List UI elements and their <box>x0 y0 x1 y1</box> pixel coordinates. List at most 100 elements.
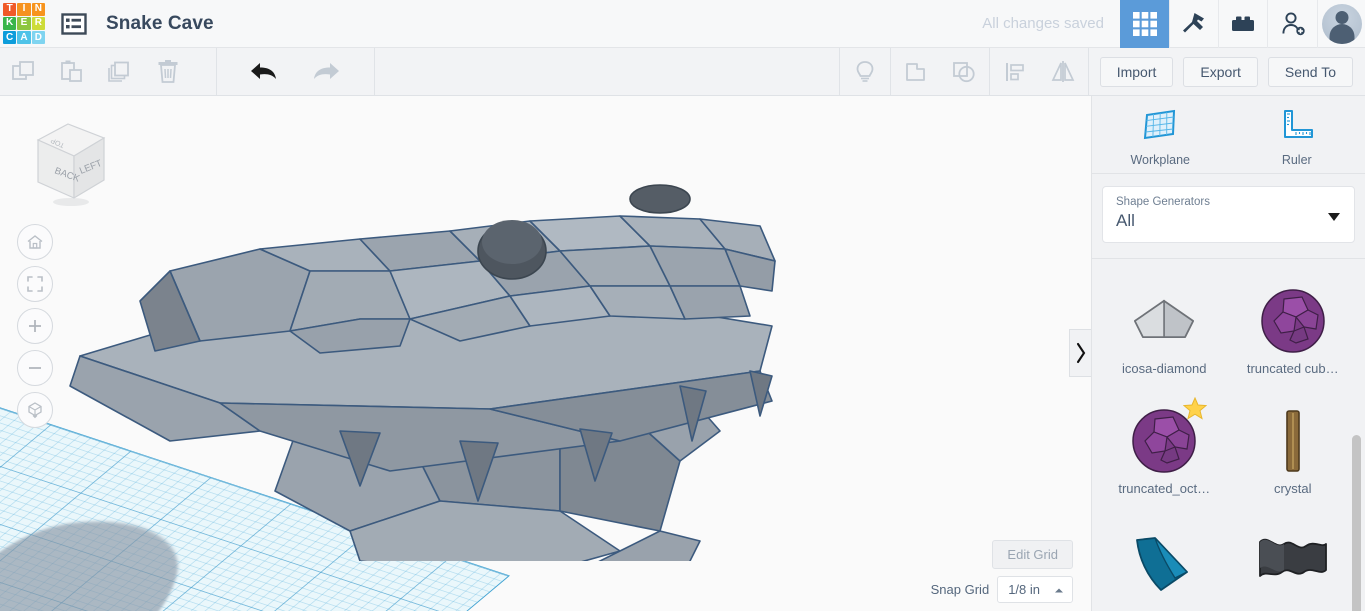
shape-icosa-diamond-thumbnail <box>1100 281 1229 361</box>
copy-button[interactable] <box>0 48 48 95</box>
blocks-codeblocks-button[interactable] <box>1169 0 1218 48</box>
shape-generators-value: All <box>1116 211 1341 231</box>
ungroup-button[interactable] <box>940 48 988 95</box>
snap-grid-value: 1/8 in <box>1008 582 1040 597</box>
logo-tile-e: E <box>17 17 30 30</box>
group-shapes-icon <box>901 57 931 87</box>
shape-blue-wedge[interactable] <box>1100 513 1229 611</box>
undo-button[interactable] <box>240 48 288 95</box>
show-hide-button[interactable] <box>841 48 889 95</box>
person-add-icon <box>1279 10 1307 38</box>
shape-dark-wave[interactable] <box>1229 513 1358 611</box>
logo-tile-a: A <box>17 31 30 44</box>
fit-view-icon <box>26 275 44 293</box>
shape-truncated-cube-thumbnail <box>1229 281 1358 361</box>
shapes-right-panel: Workplane Ruler <box>1091 96 1365 611</box>
paste-button[interactable] <box>48 48 96 95</box>
design-title[interactable]: Snake Cave <box>106 13 214 35</box>
align-button[interactable] <box>991 48 1039 95</box>
snap-grid-select[interactable]: 1/8 in <box>997 576 1073 603</box>
logo-tile-c: C <box>3 31 16 44</box>
top-header-bar: TINKERCAD Snake Cave All changes saved <box>0 0 1365 48</box>
undo-arrow-icon <box>248 58 280 86</box>
shape-generators-select[interactable]: Shape Generators All <box>1102 186 1355 243</box>
shapes-grid: icosa-diamond truncated cub… truncated_o… <box>1092 259 1365 611</box>
plus-icon <box>26 317 44 335</box>
home-view-button[interactable] <box>17 224 53 260</box>
cube-view-icon <box>26 401 44 419</box>
export-button[interactable]: Export <box>1183 57 1257 87</box>
ruler-tool[interactable]: Ruler <box>1229 96 1365 173</box>
tinkercad-app: TINKERCAD Snake Cave All changes saved <box>0 0 1365 611</box>
zoom-out-button[interactable] <box>17 350 53 386</box>
shapes-scrollbar[interactable] <box>1352 435 1361 611</box>
mirror-button[interactable] <box>1039 48 1087 95</box>
editor-toolbar: Import Export Send To <box>0 48 1365 96</box>
logo-tile-r: R <box>32 17 45 30</box>
ruler-tool-label: Ruler <box>1282 153 1312 167</box>
workplane-tool-label: Workplane <box>1130 153 1190 167</box>
duplicate-button[interactable] <box>96 48 144 95</box>
grid-view-button[interactable] <box>1120 0 1169 48</box>
toolbar-divider-2 <box>374 48 375 95</box>
panel-collapse-chevron-icon[interactable] <box>1069 329 1091 377</box>
tinkercad-logo[interactable]: TINKERCAD <box>1 1 47 47</box>
snap-grid-row: Snap Grid 1/8 in <box>931 576 1073 603</box>
logo-tile-t: T <box>3 3 16 16</box>
shape-truncated-cube-label: truncated cub… <box>1247 361 1339 376</box>
grid-controls: Edit Grid Snap Grid 1/8 in <box>931 540 1073 603</box>
lightbulb-icon <box>850 57 880 87</box>
lego-brick-icon <box>1229 10 1257 38</box>
toolbar-divider-6 <box>1088 48 1089 95</box>
delete-button[interactable] <box>144 48 192 95</box>
toolbar-action-buttons: Import Export Send To <box>1090 57 1365 87</box>
edit-grid-button[interactable]: Edit Grid <box>992 540 1073 569</box>
workplane-tool[interactable]: Workplane <box>1092 96 1229 173</box>
workplane-grid-icon <box>1141 108 1179 147</box>
bricks-button[interactable] <box>1218 0 1267 48</box>
copy-icon <box>9 57 39 87</box>
star-icon[interactable] <box>1183 397 1207 425</box>
shape-crystal-label: crystal <box>1274 481 1312 496</box>
shape-blue-wedge-thumbnail <box>1100 521 1229 601</box>
home-icon <box>26 233 44 251</box>
toolbar-divider-5 <box>989 48 990 95</box>
ruler-icon <box>1278 108 1316 147</box>
align-icon <box>1000 57 1030 87</box>
toolbar-divider <box>216 48 217 95</box>
invite-person-button[interactable] <box>1267 0 1317 48</box>
shape-truncated-cube[interactable]: truncated cub… <box>1229 273 1358 393</box>
logo-tile-n: N <box>32 3 45 16</box>
logo-tile-d: D <box>32 31 45 44</box>
list-menu-icon[interactable] <box>60 10 88 38</box>
duplicate-icon <box>105 57 135 87</box>
shape-generators-label: Shape Generators <box>1116 196 1341 208</box>
shape-crystal-thumbnail <box>1229 401 1358 481</box>
shape-crystal[interactable]: crystal <box>1229 393 1358 513</box>
minus-icon <box>26 359 44 377</box>
viewport-nav-buttons <box>17 224 53 434</box>
view-orientation-cube[interactable]: BACK LEFT TOP <box>18 118 112 208</box>
toolbar-spacer <box>376 48 838 95</box>
logo-tile-i: I <box>17 3 30 16</box>
shapes-scroll-area[interactable]: icosa-diamond truncated cub… truncated_o… <box>1092 258 1365 611</box>
user-avatar[interactable] <box>1317 0 1365 48</box>
snake-cave-3d-model[interactable] <box>60 141 820 561</box>
import-button[interactable]: Import <box>1100 57 1174 87</box>
paste-icon <box>57 57 87 87</box>
shape-truncated-octahedron-thumbnail <box>1100 401 1229 481</box>
3d-viewport[interactable]: BACK LEFT TOP <box>0 96 1091 611</box>
save-status-text: All changes saved <box>982 15 1104 32</box>
ungroup-shapes-icon <box>949 57 979 87</box>
redo-button[interactable] <box>302 48 350 95</box>
group-button[interactable] <box>892 48 940 95</box>
redo-arrow-icon <box>310 58 342 86</box>
fit-to-view-button[interactable] <box>17 266 53 302</box>
send-to-button[interactable]: Send To <box>1268 57 1353 87</box>
shape-icosa-diamond-label: icosa-diamond <box>1122 361 1207 376</box>
ortho-perspective-button[interactable] <box>17 392 53 428</box>
shape-truncated-octahedron[interactable]: truncated_oct… <box>1100 393 1229 513</box>
toolbar-divider-4 <box>890 48 891 95</box>
shape-icosa-diamond[interactable]: icosa-diamond <box>1100 273 1229 393</box>
zoom-in-button[interactable] <box>17 308 53 344</box>
